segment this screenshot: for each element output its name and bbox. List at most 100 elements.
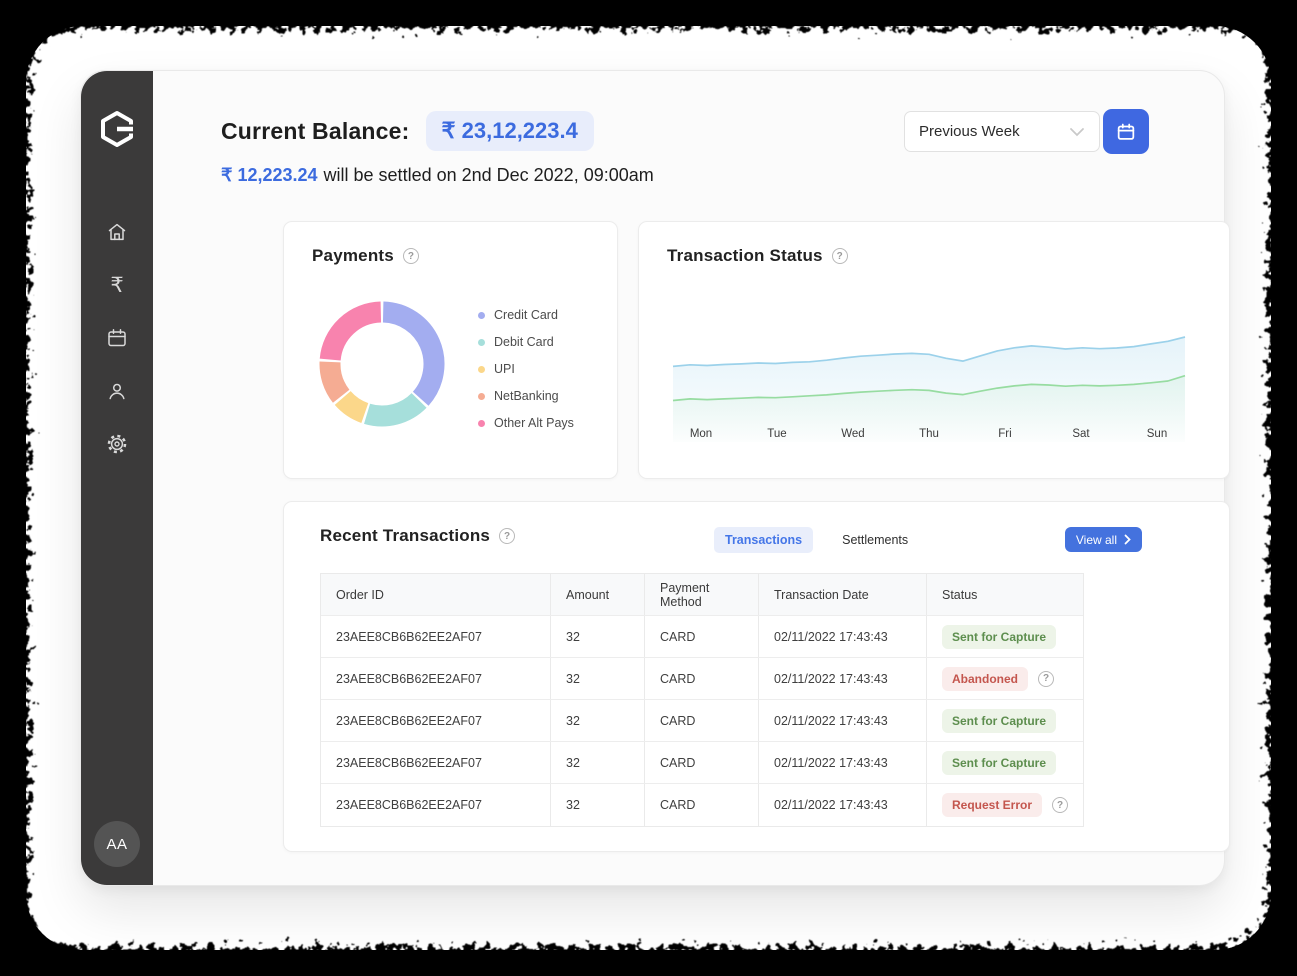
period-dropdown[interactable]: Previous Week <box>904 111 1100 152</box>
x-tick-label: Fri <box>989 428 1021 440</box>
transactions-table: Order IDAmountPayment MethodTransaction … <box>320 573 1084 827</box>
status-badge: Abandoned <box>942 667 1028 691</box>
status-badge: Sent for Capture <box>942 751 1056 775</box>
cell-order-id: 23AEE8CB6B62EE2AF07 <box>321 784 551 826</box>
sidebar-item-home[interactable] <box>104 219 130 245</box>
status-card-title: Transaction Status <box>667 246 823 266</box>
period-dropdown-value: Previous Week <box>919 123 1020 140</box>
brand-logo[interactable] <box>97 109 137 149</box>
payments-card: Payments ? Credit Card Debit Card UPI NetBa… <box>283 221 618 479</box>
donut-segment-debit-card[interactable] <box>367 400 419 416</box>
calendar-icon <box>105 326 129 350</box>
payments-card-title: Payments <box>312 246 394 266</box>
cell-amount: 32 <box>551 616 645 657</box>
legend-item: Debit Card <box>478 335 574 349</box>
gear-icon <box>105 432 129 456</box>
tab-transactions[interactable]: Transactions <box>714 527 813 553</box>
sidebar-item-schedule[interactable] <box>104 325 130 351</box>
cell-payment-method: CARD <box>645 616 759 657</box>
cell-payment-method: CARD <box>645 742 759 783</box>
column-header-transaction-date: Transaction Date <box>759 574 927 615</box>
x-tick-label: Sat <box>1065 428 1097 440</box>
settlement-text: will be settled on 2nd Dec 2022, 09:00am <box>324 165 654 185</box>
payments-donut-chart <box>318 300 446 428</box>
view-all-button[interactable]: View all <box>1065 527 1142 552</box>
help-icon[interactable]: ? <box>832 248 848 264</box>
cell-order-id: 23AEE8CB6B62EE2AF07 <box>321 616 551 657</box>
cell-payment-method: CARD <box>645 700 759 741</box>
period-controls: Previous Week <box>904 109 1149 154</box>
column-header-amount: Amount <box>551 574 645 615</box>
x-axis-labels: MonTueWedThuFriSatSun <box>669 428 1189 440</box>
cell-transaction-date: 02/11/2022 17:43:43 <box>759 616 927 657</box>
legend-label: UPI <box>494 362 515 376</box>
table-row[interactable]: 23AEE8CB6B62EE2AF0732CARD02/11/2022 17:4… <box>321 742 1083 784</box>
cell-status: Abandoned? <box>927 658 1083 699</box>
payments-legend: Credit Card Debit Card UPI NetBanking Other … <box>478 308 574 443</box>
sidebar: ₹ <box>81 71 153 885</box>
status-badge: Sent for Capture <box>942 625 1056 649</box>
x-tick-label: Wed <box>837 428 869 440</box>
help-icon[interactable]: ? <box>403 248 419 264</box>
x-tick-label: Sun <box>1141 428 1173 440</box>
cell-status: Sent for Capture <box>927 616 1083 657</box>
legend-item: NetBanking <box>478 389 574 403</box>
home-icon <box>105 220 129 244</box>
cell-transaction-date: 02/11/2022 17:43:43 <box>759 658 927 699</box>
donut-segment-netbanking[interactable] <box>330 362 341 396</box>
table-row[interactable]: 23AEE8CB6B62EE2AF0732CARD02/11/2022 17:4… <box>321 616 1083 658</box>
cell-transaction-date: 02/11/2022 17:43:43 <box>759 742 927 783</box>
column-header-status: Status <box>927 574 1083 615</box>
legend-label: Credit Card <box>494 308 558 322</box>
legend-dot <box>478 339 485 346</box>
legend-item: UPI <box>478 362 574 376</box>
legend-dot <box>478 420 485 427</box>
sidebar-item-settings[interactable] <box>104 431 130 457</box>
person-icon <box>105 379 129 403</box>
tab-settlements[interactable]: Settlements <box>831 527 919 553</box>
calendar-icon <box>1115 121 1137 143</box>
balance-header: Current Balance: ₹ 23,12,223.4 <box>221 111 594 151</box>
table-row[interactable]: 23AEE8CB6B62EE2AF0732CARD02/11/2022 17:4… <box>321 658 1083 700</box>
status-badge: Sent for Capture <box>942 709 1056 733</box>
balance-title: Current Balance: <box>221 118 410 145</box>
legend-label: Other Alt Pays <box>494 416 574 430</box>
donut-segment-credit-card[interactable] <box>383 312 434 399</box>
cell-order-id: 23AEE8CB6B62EE2AF07 <box>321 742 551 783</box>
status-badge: Request Error <box>942 793 1042 817</box>
table-row[interactable]: 23AEE8CB6B62EE2AF0732CARD02/11/2022 17:4… <box>321 700 1083 742</box>
transactions-tabs: Transactions Settlements <box>714 527 919 553</box>
sidebar-item-payments[interactable]: ₹ <box>104 272 130 298</box>
column-header-order-id: Order ID <box>321 574 551 615</box>
chevron-right-icon <box>1124 534 1131 545</box>
rupee-icon: ₹ <box>110 275 123 296</box>
cell-amount: 32 <box>551 784 645 826</box>
help-icon[interactable]: ? <box>499 528 515 544</box>
legend-dot <box>478 393 485 400</box>
legend-item: Other Alt Pays <box>478 416 574 430</box>
settlement-note: ₹ 12,223.24 will be settled on 2nd Dec 20… <box>221 165 654 186</box>
donut-segment-other-alt-pays[interactable] <box>330 312 381 360</box>
balance-amount: ₹ 23,12,223.4 <box>426 111 594 151</box>
cell-order-id: 23AEE8CB6B62EE2AF07 <box>321 700 551 741</box>
status-help-icon[interactable]: ? <box>1038 671 1054 687</box>
x-tick-label: Tue <box>761 428 793 440</box>
legend-dot <box>478 366 485 373</box>
donut-segment-upi[interactable] <box>343 398 365 413</box>
app-window: ₹ <box>80 70 1225 886</box>
legend-dot <box>478 312 485 319</box>
user-avatar[interactable]: AA <box>94 821 140 867</box>
recent-transactions-title: Recent Transactions <box>320 526 490 546</box>
calendar-picker-button[interactable] <box>1103 109 1149 154</box>
status-line-chart <box>669 292 1189 447</box>
view-all-label: View all <box>1076 533 1117 547</box>
settlement-amount: ₹ 12,223.24 <box>221 165 318 185</box>
table-row[interactable]: 23AEE8CB6B62EE2AF0732CARD02/11/2022 17:4… <box>321 784 1083 826</box>
legend-label: Debit Card <box>494 335 554 349</box>
cell-status: Request Error? <box>927 784 1083 826</box>
sidebar-item-profile[interactable] <box>104 378 130 404</box>
x-tick-label: Thu <box>913 428 945 440</box>
recent-transactions-card: Recent Transactions ? Transactions Settl… <box>283 501 1230 852</box>
status-help-icon[interactable]: ? <box>1052 797 1068 813</box>
chevron-down-icon <box>1069 127 1085 137</box>
